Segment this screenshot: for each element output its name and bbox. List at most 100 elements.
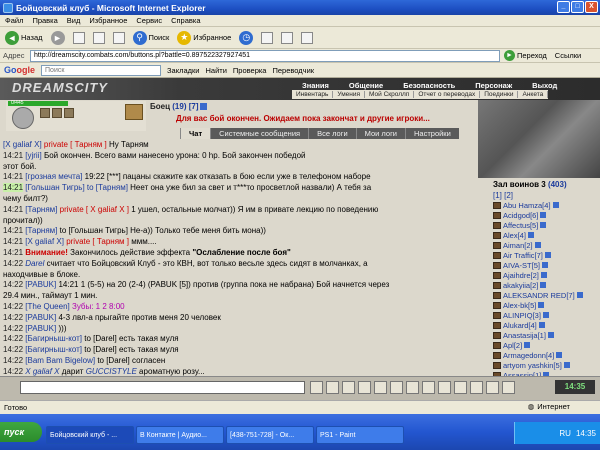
chat-time[interactable]: 14:21 [3,172,23,181]
action-icon[interactable] [310,381,323,394]
info-icon[interactable] [538,302,545,308]
action-icon[interactable] [326,381,339,394]
player-name[interactable]: Alex[4] [503,231,526,240]
player-item[interactable]: Anastasija[1] [493,330,600,340]
player-item[interactable]: Apl[2] [493,340,600,350]
player-name[interactable]: Armagedonn[4] [503,351,554,360]
menu-edit[interactable]: Правка [32,16,57,25]
window-titlebar[interactable]: Бойцовский клуб - Microsoft Internet Exp… [0,0,600,15]
search-button[interactable]: ⚲ Поиск [131,29,172,47]
subnav-fights[interactable]: Поединки [480,91,519,98]
action-icon[interactable] [502,381,515,394]
tab-chat[interactable]: Чат [180,128,211,139]
player-name[interactable]: Abu Hamza[4] [503,201,551,210]
nav-character[interactable]: Персонаж [465,81,522,90]
player-name[interactable]: Ajaihdre[2] [503,271,539,280]
go-button[interactable]: ► Переход [504,50,547,61]
address-input[interactable]: http://dreamscity.combats.com/buttons.pl… [30,49,500,62]
google-bookmarks-button[interactable]: Закладки [167,66,199,75]
chat-sender[interactable]: [грозная мечта] [25,172,82,181]
player-name[interactable]: Air Traffic[7] [503,251,543,260]
chat-time[interactable]: 14:21 [3,151,23,160]
chat-time[interactable]: 14:22 [3,280,23,289]
room-pages[interactable]: [1] [2] [490,191,600,200]
chat-sender[interactable]: [Багирныш-кот] [25,334,82,343]
player-name[interactable]: AIVA-ST[5] [503,261,540,270]
chat-sender[interactable]: [Багирныш-кот] [25,345,82,354]
action-icon[interactable] [358,381,371,394]
action-icon[interactable] [374,381,387,394]
action-icon[interactable] [470,381,483,394]
info-icon[interactable] [540,282,547,288]
info-icon[interactable] [547,332,554,338]
info-icon[interactable] [540,222,547,228]
google-translate-button[interactable]: Переводчик [272,66,314,75]
info-icon[interactable] [538,322,545,328]
effect-icon[interactable] [64,108,74,118]
subnav-scroll[interactable]: Мой Скроллп [365,91,415,98]
info-icon[interactable] [544,252,551,258]
chat-time[interactable]: 14:22 [3,324,23,333]
action-icon[interactable] [422,381,435,394]
tab-settings[interactable]: Настройки [405,128,459,139]
player-name[interactable]: Affectus[5] [503,221,538,230]
player-item[interactable]: Armagedonn[4] [493,350,600,360]
forward-button[interactable]: ► [49,29,67,47]
chat-sender[interactable]: [X galiaf X] [25,237,64,246]
player-name[interactable]: Alex-bk[5] [503,301,536,310]
player-item[interactable]: Aiman[2] [493,240,600,250]
chat-actor[interactable]: Darel [25,259,44,268]
task-item[interactable]: [438-751-728] - Ок... [226,426,314,444]
mail-button[interactable] [259,29,275,47]
player-item[interactable]: Ajaihdre[2] [493,270,600,280]
chat-private-target[interactable]: private [ X galiaf X ] [60,205,129,214]
player-name[interactable]: Apl[2] [503,341,522,350]
chat-time[interactable]: 14:21 [3,183,24,193]
start-button[interactable]: пуск [0,422,42,442]
player-item[interactable]: akakyiia[2] [493,280,600,290]
effect-icon[interactable] [52,108,62,118]
chat-sender[interactable]: [Тарням] [25,226,57,235]
info-icon[interactable] [576,292,583,298]
player-item[interactable]: Alex[4] [493,230,600,240]
player-item[interactable]: Alex-bk[5] [493,300,600,310]
player-item[interactable]: ALEKSANDR RED[7] [493,290,600,300]
task-item[interactable]: Бойцовский клуб - ... [46,426,134,444]
print-button[interactable] [279,29,295,47]
avatar[interactable] [12,107,34,129]
player-name[interactable]: artyom yashkin[5] [503,361,562,370]
player-name[interactable]: ALINPIQ[3] [503,311,541,320]
player-item[interactable]: ALINPIQ[3] [493,310,600,320]
info-icon[interactable] [534,242,541,248]
chat-time[interactable]: 14:21 [3,237,23,246]
chat-time[interactable]: 14:21 [3,205,23,214]
info-icon[interactable] [524,342,531,348]
info-icon[interactable] [541,262,548,268]
subnav-transfers[interactable]: Отчет о переводах [414,91,481,98]
subnav-profile[interactable]: Анкета [518,91,549,98]
info-icon[interactable] [563,362,570,368]
player-name[interactable]: Anastasija[1] [503,331,546,340]
close-button[interactable]: X [585,1,598,13]
chat-time[interactable]: 14:22 [3,356,23,365]
chat-time[interactable]: 14:22 [3,313,23,322]
chat-actor[interactable]: X galiaf X [25,367,59,376]
chat-time[interactable]: 14:21 [3,226,23,235]
language-indicator[interactable]: RU [559,429,571,438]
info-icon[interactable] [552,202,559,208]
task-item[interactable]: PS1 - Paint [316,426,404,444]
chat-to[interactable]: to [Тарням] [87,183,128,192]
history-button[interactable]: ◷ [237,29,255,47]
chat-sender[interactable]: [PABUK] [25,280,56,289]
info-icon[interactable] [199,103,207,111]
player-item[interactable]: AIVA-ST[5] [493,260,600,270]
stop-button[interactable] [71,29,87,47]
chat-sender[interactable]: [Тарням] [25,205,57,214]
chat-time[interactable]: 14:22 [3,302,23,311]
chat-time[interactable]: 14:22 [3,367,23,376]
chat-input[interactable] [20,381,305,394]
action-icon[interactable] [390,381,403,394]
player-name[interactable]: Aiman[2] [503,241,533,250]
action-icon[interactable] [486,381,499,394]
menu-favorites[interactable]: Избранное [89,16,127,25]
